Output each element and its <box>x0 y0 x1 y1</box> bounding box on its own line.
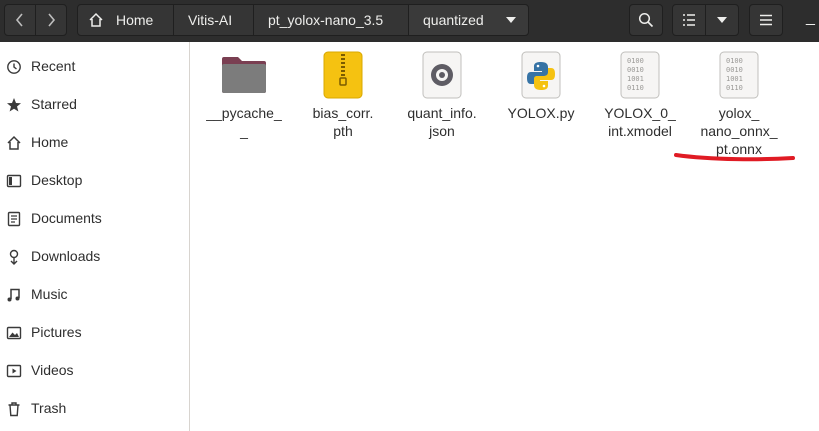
back-button[interactable] <box>4 4 36 36</box>
sidebar-item-label: Videos <box>31 362 74 378</box>
file-name: YOLOX_0_ int.xmodel <box>604 105 676 139</box>
binary-file-icon: 0100001010010110 <box>719 51 759 99</box>
download-icon <box>6 249 22 265</box>
svg-text:0100: 0100 <box>726 57 743 65</box>
file-item-pycache[interactable]: __pycache_ _ <box>196 49 292 159</box>
sidebar: Recent Starred Home Desktop Documents Do… <box>0 42 190 431</box>
svg-text:0110: 0110 <box>627 84 644 92</box>
view-options-button[interactable] <box>705 4 739 36</box>
chevron-down-icon <box>506 17 516 23</box>
view-list-button[interactable] <box>672 4 706 36</box>
breadcrumb-label: Home <box>116 12 154 28</box>
sidebar-item-desktop[interactable]: Desktop <box>0 161 190 199</box>
svg-text:1001: 1001 <box>627 75 644 83</box>
chevron-right-icon <box>48 13 56 27</box>
desktop-icon <box>6 173 22 189</box>
breadcrumb-vitis-ai[interactable]: Vitis-AI <box>173 4 254 36</box>
svg-text:0010: 0010 <box>726 66 743 74</box>
red-underline-annotation <box>674 153 795 162</box>
svg-text:1001: 1001 <box>726 75 743 83</box>
breadcrumb-label: quantized <box>423 12 484 28</box>
sidebar-item-label: Starred <box>31 96 77 112</box>
trash-icon <box>6 401 22 417</box>
file-item-yolox-xmodel[interactable]: 0100 0010 1001 0110 YOLOX_0_ int.xmodel <box>592 49 688 159</box>
svg-text:0010: 0010 <box>627 66 644 74</box>
sidebar-item-label: Home <box>31 134 69 150</box>
sidebar-item-label: Recent <box>31 58 76 74</box>
sidebar-item-label: Documents <box>31 210 102 226</box>
sidebar-item-pictures[interactable]: Pictures <box>0 313 190 351</box>
sidebar-item-home[interactable]: Home <box>0 123 190 161</box>
header-bar: Home Vitis-AI pt_yolox-nano_3.5 quantize… <box>0 0 819 42</box>
binary-file-icon: 0100001010010110 <box>620 51 660 99</box>
home-icon <box>89 12 103 27</box>
svg-text:0110: 0110 <box>726 84 743 92</box>
sidebar-item-label: Downloads <box>31 248 101 264</box>
breadcrumb-home[interactable]: Home <box>77 4 174 36</box>
search-icon <box>638 12 654 28</box>
sidebar-item-label: Music <box>31 286 68 302</box>
home-icon <box>6 135 22 151</box>
breadcrumb-label: Vitis-AI <box>188 12 233 28</box>
file-name: quant_info. json <box>407 105 477 139</box>
folder-icon <box>222 57 266 93</box>
sidebar-item-label: Trash <box>31 400 67 416</box>
sidebar-item-videos[interactable]: Videos <box>0 351 190 389</box>
file-item-yolox-onnx[interactable]: 0100 0010 1001 0110 yolox_ nano_onnx_ pt.on… <box>691 49 787 159</box>
chevron-left-icon <box>15 13 23 27</box>
sidebar-item-documents[interactable]: Documents <box>0 199 190 237</box>
sidebar-item-trash[interactable]: Trash <box>0 389 190 427</box>
menu-button[interactable] <box>749 4 783 36</box>
sidebar-item-downloads[interactable]: Downloads <box>0 237 190 275</box>
minimize-button[interactable]: _ <box>806 9 815 27</box>
video-icon <box>6 363 22 379</box>
breadcrumb-label: pt_yolox-nano_3.5 <box>268 12 384 28</box>
document-icon <box>6 211 22 227</box>
file-item-quant-info[interactable]: quant_info. json <box>394 49 490 159</box>
json-icon <box>422 51 462 99</box>
python-icon <box>521 51 561 99</box>
file-name: YOLOX.py <box>507 105 575 121</box>
list-view-icon <box>683 14 695 26</box>
sidebar-item-label: Pictures <box>31 324 82 340</box>
file-name: bias_corr. pth <box>312 105 374 139</box>
hamburger-menu-icon <box>760 14 772 26</box>
sidebar-item-music[interactable]: Music <box>0 275 190 313</box>
chevron-down-icon <box>717 17 727 23</box>
sidebar-item-starred[interactable]: Starred <box>0 85 190 123</box>
music-icon <box>6 287 22 303</box>
search-button[interactable] <box>629 4 663 36</box>
svg-text:0100: 0100 <box>627 57 644 65</box>
sidebar-item-label: Desktop <box>31 172 83 188</box>
breadcrumb-pt-yolox[interactable]: pt_yolox-nano_3.5 <box>253 4 409 36</box>
file-name: __pycache_ _ <box>206 105 282 139</box>
file-item-bias-corr[interactable]: bias_corr. pth <box>295 49 391 159</box>
file-item-yolox-py[interactable]: YOLOX.py <box>493 49 589 159</box>
archive-icon <box>323 51 363 99</box>
breadcrumb-quantized[interactable]: quantized <box>408 4 529 36</box>
forward-button[interactable] <box>35 4 67 36</box>
sidebar-item-recent[interactable]: Recent <box>0 47 190 85</box>
clock-icon <box>6 59 22 75</box>
picture-icon <box>6 325 22 341</box>
star-icon <box>6 97 22 113</box>
